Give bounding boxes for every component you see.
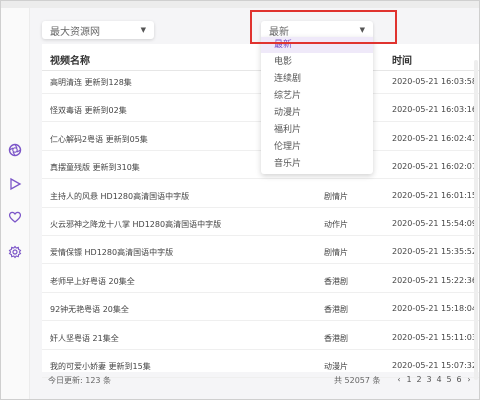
page-link[interactable]: 1 bbox=[404, 375, 414, 384]
page-link[interactable]: 5 bbox=[444, 375, 454, 384]
video-type: 香港剧 bbox=[324, 276, 348, 286]
video-name: 火云邪神之降龙十八掌 HD1280高清国语中字版 bbox=[50, 220, 222, 229]
update-time: 2020-05-21 16:03:16 bbox=[392, 105, 477, 115]
video-name: 老师早上好粤语 20集全 bbox=[50, 276, 135, 286]
video-name: 真摆童残版 更新到310集 bbox=[50, 163, 140, 173]
update-time: 2020-05-21 15:07:32 bbox=[392, 361, 477, 370]
video-type: 动作片 bbox=[324, 220, 348, 229]
highlight-box bbox=[250, 10, 397, 44]
page-link[interactable]: 2 bbox=[414, 375, 424, 384]
settings-icon[interactable] bbox=[6, 243, 24, 261]
aperture-icon[interactable] bbox=[6, 141, 24, 159]
update-time: 2020-05-21 15:54:09 bbox=[392, 219, 477, 228]
table-row[interactable]: 主持人的风悬 HD1280高清国语中字版 剧情片 2020-05-21 16:01:… bbox=[42, 184, 480, 208]
source-select[interactable]: 最大资源网 ▼ bbox=[42, 21, 154, 39]
update-time: 2020-05-21 15:35:52 bbox=[392, 247, 477, 257]
update-time: 2020-05-21 15:22:36 bbox=[392, 275, 477, 285]
table-row[interactable]: 火云邪神之降龙十八掌 HD1280高清国语中字版 动作片 2020-05-21 15… bbox=[42, 212, 480, 236]
update-time: 2020-05-21 16:02:41 bbox=[392, 133, 477, 143]
update-time: 2020-05-21 15:18:04 bbox=[392, 304, 477, 314]
table-row[interactable]: 92钟无艳粤语 20集全 香港剧 2020-05-21 15:18:04 bbox=[42, 297, 480, 322]
table-row[interactable]: 奸人坚粤语 21集全 香港剧 2020-05-21 15:11:03 bbox=[42, 326, 480, 350]
video-name: 爱情保镖 HD1280高清国语中字版 bbox=[50, 248, 174, 258]
update-time: 2020-05-21 15:11:03 bbox=[392, 332, 477, 342]
chevron-down-icon: ▼ bbox=[140, 26, 146, 34]
update-time: 2020-05-21 16:02:07 bbox=[392, 162, 477, 172]
header-name: 视频名称 bbox=[50, 56, 90, 67]
dropdown-option[interactable]: 电影 bbox=[261, 54, 373, 70]
heart-icon[interactable] bbox=[6, 208, 24, 226]
play-icon[interactable] bbox=[6, 175, 24, 193]
dropdown-option[interactable]: 综艺片 bbox=[261, 88, 373, 104]
total-count: 共 52057 条 bbox=[334, 376, 381, 385]
next-page-icon[interactable]: › bbox=[464, 375, 474, 384]
video-name: 高明清连 更新到128集 bbox=[50, 78, 132, 87]
video-type: 剧情片 bbox=[324, 248, 348, 258]
video-name: 仁心解码2粤语 更新到05集 bbox=[50, 134, 148, 144]
page-link[interactable]: 3 bbox=[424, 375, 434, 384]
dropdown-option[interactable]: 连续剧 bbox=[261, 71, 373, 87]
video-name: 奸人坚粤语 21集全 bbox=[50, 333, 119, 343]
video-type: 香港剧 bbox=[324, 305, 348, 315]
update-time: 2020-05-21 16:01:15 bbox=[392, 190, 477, 200]
scrollbar[interactable] bbox=[474, 60, 478, 380]
dropdown-option[interactable]: 福利片 bbox=[261, 122, 373, 138]
video-type: 香港剧 bbox=[324, 333, 348, 343]
page-link[interactable]: 6 bbox=[454, 375, 464, 384]
sidebar bbox=[0, 8, 30, 400]
table-row[interactable]: 老师早上好粤语 20集全 香港剧 2020-05-21 15:22:36 bbox=[42, 269, 480, 293]
dropdown-option[interactable]: 伦理片 bbox=[261, 139, 373, 155]
table-row[interactable]: 爱情保镖 HD1280高清国语中字版 剧情片 2020-05-21 15:35:52 bbox=[42, 240, 480, 265]
source-select-value: 最大资源网 bbox=[50, 26, 100, 38]
video-name: 主持人的风悬 HD1280高清国语中字版 bbox=[50, 191, 190, 201]
dropdown-option[interactable]: 动漫片 bbox=[261, 105, 373, 121]
video-type: 剧情片 bbox=[324, 191, 348, 201]
update-time: 2020-05-21 16:03:58 bbox=[392, 77, 477, 86]
window-top-bar bbox=[0, 0, 480, 8]
today-updates: 今日更新: 123 条 bbox=[48, 376, 112, 385]
header-time: 时间 bbox=[392, 56, 412, 67]
prev-page-icon[interactable]: ‹ bbox=[394, 375, 404, 384]
video-name: 92钟无艳粤语 20集全 bbox=[50, 305, 129, 315]
pagination: ‹ 1 2 3 4 5 6 › bbox=[394, 375, 474, 384]
page-link[interactable]: 4 bbox=[434, 375, 444, 384]
dropdown-option[interactable]: 音乐片 bbox=[261, 156, 373, 172]
sort-dropdown-menu: 最新 电影 连续剧 综艺片 动漫片 福利片 伦理片 音乐片 bbox=[261, 37, 373, 174]
table-footer: 今日更新: 123 条 共 52057 条 ‹ 1 2 3 4 5 6 › bbox=[42, 371, 480, 389]
video-name: 怪双毒语 更新到02集 bbox=[50, 106, 127, 116]
